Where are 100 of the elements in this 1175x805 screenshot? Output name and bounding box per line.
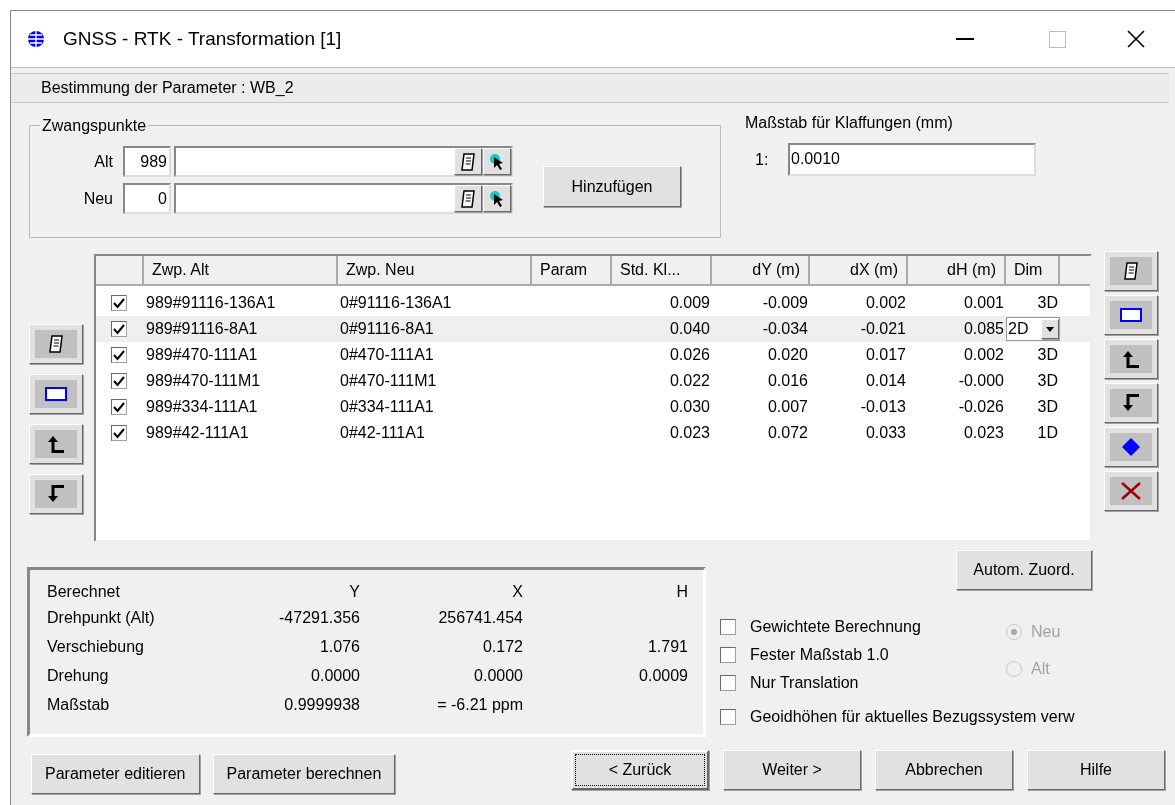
header-text: Bestimmung der Parameter : WB_2 — [41, 78, 294, 98]
results-label: Drehpunkt (Alt) — [47, 608, 156, 628]
checkbox[interactable] — [720, 647, 736, 663]
checkbox[interactable] — [111, 321, 127, 337]
point-field[interactable] — [174, 146, 513, 177]
field-label: Alt — [93, 151, 114, 172]
table-row[interactable]: 989#42-111A1 0#42-111A1 0.023 0.072 0.033 0.023 1D — [96, 420, 1090, 446]
column-header[interactable]: Zwp. Neu — [338, 256, 532, 286]
table-cell-text: 0.030 — [668, 397, 711, 417]
results-header: Y — [348, 582, 360, 602]
checkbox[interactable] — [111, 425, 127, 441]
toolbar-button[interactable] — [1104, 383, 1158, 423]
table-cell-text: 0.023 — [962, 423, 1005, 443]
table-row[interactable]: 989#470-111A1 0#470-111A1 0.026 0.020 0.017 0.002 3D — [96, 342, 1090, 368]
table-cell-text: 3D — [1036, 397, 1059, 417]
nav-button[interactable]: Weiter > — [723, 750, 861, 790]
table-row[interactable]: 989#91116-8A1 0#91116-8A1 0.040 -0.034 -0.021 0.085 2D — [96, 316, 1090, 342]
toolbar-button[interactable] — [1104, 295, 1158, 335]
toolbar-button[interactable] — [29, 424, 83, 464]
add-button[interactable]: Hinzufügen — [543, 166, 681, 207]
diamond-icon — [1121, 437, 1141, 457]
toolbar-button[interactable] — [1104, 471, 1158, 511]
results-header: H — [675, 582, 688, 602]
action-button[interactable]: Parameter berechnen — [212, 754, 396, 794]
checkbox[interactable] — [111, 373, 127, 389]
table-cell-text: 3D — [1036, 345, 1059, 365]
point-field[interactable] — [174, 183, 513, 214]
table-cell-text: 0.017 — [864, 345, 907, 365]
table-row[interactable]: 989#334-111A1 0#334-111A1 0.030 0.007 -0.013 -0.026 3D — [96, 394, 1090, 420]
table-cell-text: 0.014 — [864, 371, 907, 391]
option-label: Geoidhöhen für aktuelles Bezugssystem verw — [750, 707, 1075, 727]
table-cell-text: 0.002 — [864, 293, 907, 313]
checkbox[interactable] — [111, 399, 127, 415]
results-value: -47291.356 — [278, 608, 360, 628]
column-header[interactable]: Zwp. Alt — [144, 256, 338, 286]
results-value: 0.9999938 — [283, 695, 360, 715]
table-row[interactable]: 989#470-111M1 0#470-111M1 0.022 0.016 0.014 -0.000 3D — [96, 368, 1090, 394]
scale-label: Maßstab für Klaffungen (mm) — [745, 113, 954, 133]
nav-button[interactable]: Hilfe — [1027, 750, 1165, 790]
table-cell-text: 0.085 — [962, 319, 1005, 339]
option-label: Fester Maßstab 1.0 — [750, 645, 889, 665]
nav-button[interactable]: < Zurück — [571, 750, 709, 790]
table-cell-text: -0.034 — [761, 319, 809, 339]
table-cell-text: 1D — [1036, 423, 1059, 443]
table-cell-text: 989#91116-136A1 — [145, 293, 277, 313]
column-header[interactable]: Param — [532, 256, 612, 286]
column-header[interactable]: Std. Kl... — [612, 256, 712, 286]
table-cell-text: 989#470-111M1 — [145, 371, 262, 391]
toolbar-button[interactable] — [29, 474, 83, 514]
table-cell-text: 3D — [1036, 371, 1059, 391]
column-header[interactable]: dH (m) — [908, 256, 1006, 286]
toolbar-button[interactable] — [1104, 339, 1158, 379]
dropdown-arrow-icon — [1046, 326, 1054, 332]
auto-assign-button[interactable]: Autom. Zuord. — [956, 550, 1092, 590]
table-cell-text: 0.009 — [668, 293, 711, 313]
rectangle-icon — [1120, 308, 1142, 322]
code-field[interactable]: 989 — [123, 146, 171, 177]
column-header[interactable]: Dim — [1006, 256, 1060, 286]
radio-label: Alt — [1031, 659, 1050, 679]
checkbox[interactable] — [111, 295, 127, 311]
delete-icon — [1120, 481, 1142, 501]
results-value: 1.791 — [646, 637, 688, 657]
table-cell-text: 3D — [1036, 293, 1059, 313]
table-cell-text: 0#470-111A1 — [339, 345, 435, 365]
results-label: Verschiebung — [47, 637, 145, 657]
toolbar-button[interactable] — [29, 374, 83, 414]
table-cell-text: 0.007 — [766, 397, 809, 417]
table-cell-text: 989#91116-8A1 — [145, 319, 259, 339]
scale-field[interactable]: 0.0010 — [788, 143, 1036, 176]
table-cell-text: 0#91116-136A1 — [339, 293, 453, 313]
table-cell-text: 989#334-111A1 — [145, 397, 259, 417]
column-header[interactable]: dY (m) — [712, 256, 810, 286]
code-field[interactable]: 0 — [123, 183, 171, 214]
toolbar-button[interactable] — [29, 324, 83, 364]
dim-dropdown[interactable]: 2D — [1006, 317, 1060, 341]
results-value: 0.0000 — [473, 666, 523, 686]
checkbox[interactable] — [720, 709, 736, 725]
table-cell-text: 989#42-111A1 — [145, 423, 250, 443]
globe-icon — [26, 29, 46, 49]
table-cell-text: 0.072 — [766, 423, 809, 443]
table-row[interactable]: 989#91116-136A1 0#91116-136A1 0.009 -0.009 0.002 0.001 3D — [96, 290, 1090, 316]
scale-prefix: 1: — [755, 149, 770, 170]
results-value: 0.172 — [481, 637, 523, 657]
toolbar-button[interactable] — [1104, 427, 1158, 467]
document-icon — [461, 189, 475, 208]
action-button[interactable]: Parameter editieren — [31, 754, 200, 794]
table-cell-text: -0.026 — [957, 397, 1005, 417]
table-cell-text: 0#334-111A1 — [339, 397, 435, 417]
checkbox[interactable] — [720, 675, 736, 691]
column-header[interactable]: dX (m) — [810, 256, 908, 286]
nav-button[interactable]: Abbrechen — [875, 750, 1013, 790]
results-value: 256741.454 — [437, 608, 523, 628]
document-icon — [1124, 262, 1138, 280]
toolbar-button[interactable] — [1104, 251, 1158, 291]
results-label: Drehung — [47, 666, 110, 686]
checkbox[interactable] — [720, 619, 736, 635]
checkbox[interactable] — [111, 347, 127, 363]
pointer-icon — [489, 152, 505, 171]
table-cell-text: 0.026 — [668, 345, 711, 365]
table-cell-text: 0.022 — [668, 371, 711, 391]
